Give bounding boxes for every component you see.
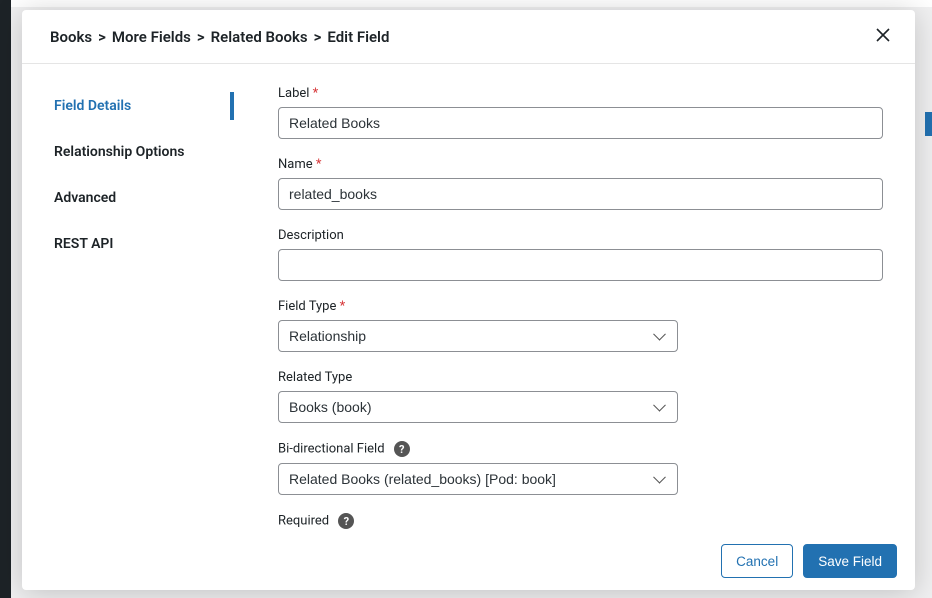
help-icon[interactable]: ? xyxy=(394,441,410,457)
breadcrumb-separator: > xyxy=(314,28,322,46)
required-label: Required ? xyxy=(278,513,883,529)
close-icon xyxy=(876,26,890,47)
close-button[interactable] xyxy=(869,23,897,51)
description-input[interactable] xyxy=(278,249,883,281)
required-asterisk: * xyxy=(340,299,346,314)
cancel-button[interactable]: Cancel xyxy=(721,544,793,578)
help-icon[interactable]: ? xyxy=(338,513,354,529)
tab-label: Relationship Options xyxy=(54,144,184,160)
breadcrumb-separator: > xyxy=(98,28,106,46)
breadcrumb-part: Related Books xyxy=(211,28,308,46)
label-input[interactable] xyxy=(278,107,883,139)
tab-label: REST API xyxy=(54,236,113,252)
breadcrumb-part: Books xyxy=(50,28,92,46)
tab-field-details[interactable]: Field Details xyxy=(22,86,248,126)
field-group-required: Required ? xyxy=(278,513,883,532)
field-type-label: Field Type * xyxy=(278,299,883,314)
field-group-description: Description xyxy=(278,228,883,281)
name-input[interactable] xyxy=(278,178,883,210)
field-type-select[interactable]: Relationship xyxy=(278,320,678,352)
tabs-sidebar: Field Details Relationship Options Advan… xyxy=(22,64,248,532)
modal-body: Field Details Relationship Options Advan… xyxy=(22,64,915,532)
bidirectional-label: Bi-directional Field ? xyxy=(278,441,883,457)
bg-accent-strip xyxy=(925,112,932,136)
form-pane: Label * Name * Description xyxy=(248,64,915,532)
tab-advanced[interactable]: Advanced xyxy=(22,178,248,218)
admin-sidebar xyxy=(0,0,11,598)
label-label: Label * xyxy=(278,86,883,101)
field-group-bidirectional: Bi-directional Field ? Related Books (re… xyxy=(278,441,883,495)
edit-field-modal: Books > More Fields > Related Books > Ed… xyxy=(22,10,915,590)
name-label: Name * xyxy=(278,157,883,172)
field-type-select-wrap: Relationship xyxy=(278,320,678,352)
field-group-name: Name * xyxy=(278,157,883,210)
tab-relationship-options[interactable]: Relationship Options xyxy=(22,132,248,172)
field-group-field-type: Field Type * Relationship xyxy=(278,299,883,352)
required-asterisk: * xyxy=(316,157,322,172)
tab-label: Field Details xyxy=(54,98,131,114)
breadcrumb: Books > More Fields > Related Books > Ed… xyxy=(50,28,389,46)
related-type-select[interactable]: Books (book) xyxy=(278,391,678,423)
bidirectional-select[interactable]: Related Books (related_books) [Pod: book… xyxy=(278,463,678,495)
required-asterisk: * xyxy=(313,86,319,101)
save-field-button[interactable]: Save Field xyxy=(803,544,897,578)
breadcrumb-part: More Fields xyxy=(112,28,191,46)
breadcrumb-separator: > xyxy=(197,28,205,46)
field-group-label: Label * xyxy=(278,86,883,139)
tab-rest-api[interactable]: REST API xyxy=(22,224,248,264)
tab-label: Advanced xyxy=(54,190,116,206)
bidirectional-select-wrap: Related Books (related_books) [Pod: book… xyxy=(278,463,678,495)
modal-header: Books > More Fields > Related Books > Ed… xyxy=(22,10,915,64)
description-label: Description xyxy=(278,228,883,243)
bg-row-white xyxy=(0,0,932,7)
related-type-select-wrap: Books (book) xyxy=(278,391,678,423)
breadcrumb-part: Edit Field xyxy=(327,28,389,46)
modal-footer: Cancel Save Field xyxy=(22,532,915,590)
field-group-related-type: Related Type Books (book) xyxy=(278,370,883,423)
related-type-label: Related Type xyxy=(278,370,883,385)
